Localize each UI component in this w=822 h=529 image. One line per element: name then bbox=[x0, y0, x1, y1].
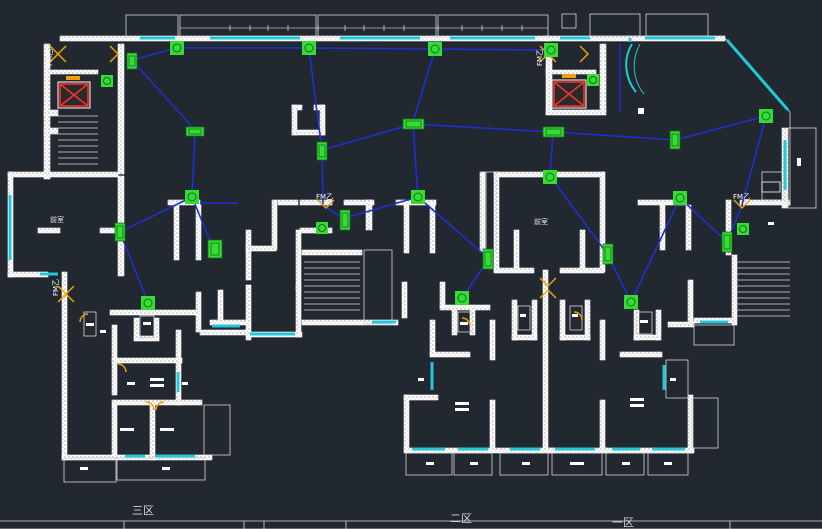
zone-label: 二区 bbox=[450, 512, 472, 525]
smoke-detector-icon bbox=[185, 190, 199, 204]
dimension-ticks bbox=[180, 25, 548, 31]
walls bbox=[7, 35, 791, 461]
smoke-detector-icon bbox=[587, 74, 599, 86]
module-icon bbox=[669, 130, 681, 150]
fire-door-label: FM乙 bbox=[536, 49, 544, 66]
cad-floor-plan: FM乙 FM乙 FM乙 FM乙 FM乙 前室 前室 三区 二区 一区 bbox=[0, 13, 822, 529]
module-icon bbox=[207, 239, 223, 259]
smoke-detector-icon bbox=[170, 41, 184, 55]
smoke-detector-icon bbox=[737, 223, 749, 235]
smoke-detector-icon bbox=[316, 222, 328, 234]
smoke-detectors bbox=[101, 41, 773, 310]
smoke-detector-icon bbox=[411, 190, 425, 204]
fire-door-label: FM乙 bbox=[316, 193, 333, 201]
smoke-detector-icon bbox=[428, 42, 442, 56]
smoke-detector-icon bbox=[673, 191, 687, 205]
module-icon bbox=[602, 243, 614, 265]
fire-door-label: FM乙 bbox=[46, 49, 54, 66]
smoke-detector-icon bbox=[141, 296, 155, 310]
fire-door-label: FM乙 bbox=[52, 279, 60, 296]
elevator-icon bbox=[551, 74, 587, 109]
module-icon bbox=[402, 118, 425, 130]
curved-balcony bbox=[619, 43, 645, 114]
module-icon bbox=[339, 209, 351, 231]
smoke-detector-icon bbox=[624, 295, 638, 309]
module-icon bbox=[126, 52, 138, 70]
fire-door-label: FM乙 bbox=[733, 193, 750, 201]
fire-alarm-wiring bbox=[119, 47, 767, 304]
smoke-detector-icon bbox=[101, 75, 113, 87]
room-label: 前室 bbox=[50, 215, 64, 224]
module-icon bbox=[316, 141, 328, 161]
elevator-icon bbox=[57, 76, 91, 109]
module-icon bbox=[721, 231, 733, 253]
module-icon bbox=[114, 222, 126, 242]
smoke-detector-icon bbox=[455, 291, 469, 305]
module-icon bbox=[482, 248, 494, 270]
zone-label: 三区 bbox=[132, 504, 154, 517]
module-icon bbox=[542, 126, 565, 138]
room-label: 前室 bbox=[534, 217, 548, 226]
zone-label: 一区 bbox=[612, 516, 634, 529]
smoke-detector-icon bbox=[759, 109, 773, 123]
module-icon bbox=[185, 126, 205, 137]
smoke-detector-icon bbox=[544, 43, 558, 57]
smoke-detector-icon bbox=[543, 170, 557, 184]
smoke-detector-icon bbox=[302, 41, 316, 55]
